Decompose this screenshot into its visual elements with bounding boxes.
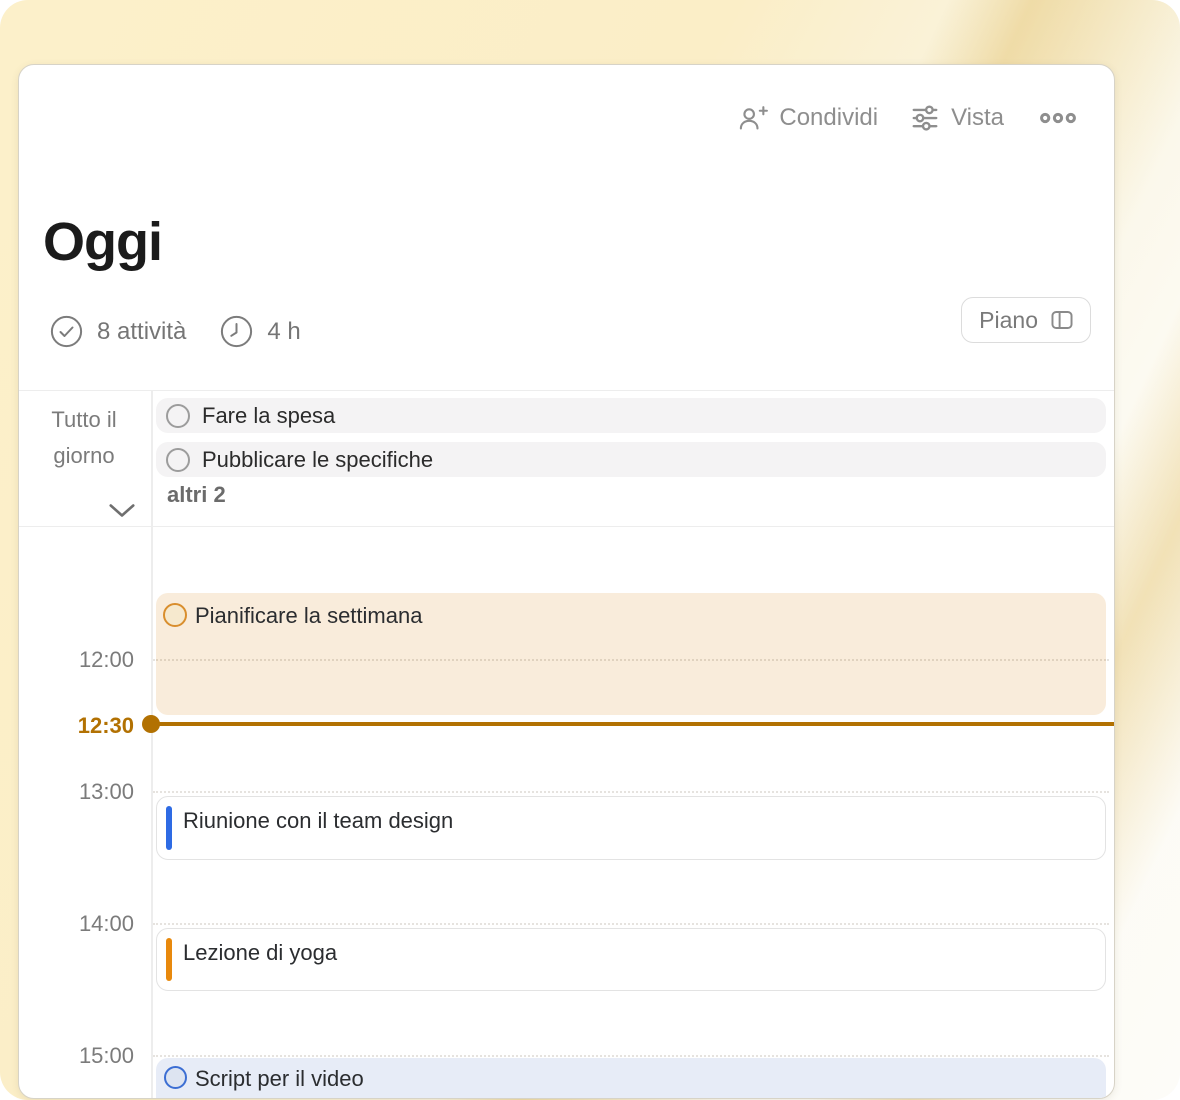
- event-color-bar: [166, 938, 172, 981]
- check-circle-icon: [50, 315, 83, 348]
- event-title: Lezione di yoga: [183, 940, 337, 966]
- all-day-task-row[interactable]: Fare la spesa: [156, 398, 1106, 433]
- duration: 4 h: [267, 318, 300, 346]
- all-day-divider: [19, 526, 1114, 527]
- time-gutter-divider: [151, 390, 153, 1098]
- circle-checkbox-icon[interactable]: [164, 1066, 187, 1089]
- task-block-script[interactable]: Script per il video: [156, 1058, 1106, 1098]
- all-day-task-title: Pubblicare le specifiche: [202, 447, 433, 473]
- event-title: Pianificare la settimana: [195, 603, 422, 629]
- plan-label: Piano: [979, 307, 1038, 334]
- event-title: Script per il video: [195, 1066, 364, 1092]
- event-card-riunione[interactable]: Riunione con il team design: [156, 796, 1106, 860]
- task-count-group: 8 attività: [50, 315, 186, 348]
- hour-gridline: [153, 659, 1109, 661]
- clock-icon: [220, 315, 253, 348]
- all-day-label-line2: giorno: [29, 438, 139, 474]
- circle-checkbox-icon[interactable]: [166, 404, 190, 428]
- task-count: 8 attività: [97, 318, 186, 346]
- all-day-label-line1: Tutto il: [29, 402, 139, 438]
- all-day-task-row[interactable]: Pubblicare le specifiche: [156, 442, 1106, 477]
- view-button[interactable]: Vista: [910, 103, 1004, 133]
- current-time-label: 12:30: [19, 713, 134, 739]
- all-day-label: Tutto il giorno: [29, 402, 139, 474]
- grid-top-divider: [19, 390, 1114, 391]
- current-time-dot: [142, 715, 160, 733]
- task-block-pianificare[interactable]: Pianificare la settimana: [156, 593, 1106, 715]
- hour-label: 14:00: [19, 911, 134, 937]
- page-title: Oggi: [43, 211, 162, 273]
- ellipsis-icon: [1036, 111, 1080, 125]
- hour-label: 15:00: [19, 1043, 134, 1069]
- plan-button[interactable]: Piano: [961, 297, 1091, 343]
- toolbar: Condividi Vista: [737, 103, 1080, 133]
- hour-gridline: [153, 923, 1109, 925]
- screenshot-stage: Condividi Vista Oggi: [0, 0, 1180, 1100]
- hour-gridline: [153, 1055, 1109, 1057]
- person-plus-icon: [737, 105, 768, 132]
- hour-gridline: [153, 791, 1109, 793]
- chevron-down-icon: [107, 503, 137, 518]
- all-day-collapse-button[interactable]: [105, 497, 139, 523]
- all-day-task-title: Fare la spesa: [202, 403, 335, 429]
- view-label: Vista: [951, 104, 1004, 132]
- share-label: Condividi: [779, 104, 878, 132]
- header-meta: 8 attività 4 h: [50, 315, 301, 348]
- split-panel-icon: [1049, 307, 1075, 333]
- share-button[interactable]: Condividi: [737, 104, 878, 132]
- circle-checkbox-icon[interactable]: [166, 448, 190, 472]
- hour-label: 13:00: [19, 779, 134, 805]
- event-color-bar: [166, 806, 172, 850]
- circle-checkbox-icon[interactable]: [163, 603, 187, 627]
- sliders-icon: [910, 103, 940, 133]
- event-title: Riunione con il team design: [183, 808, 453, 834]
- all-day-more-button[interactable]: altri 2: [167, 482, 226, 508]
- current-time-line: [151, 722, 1114, 726]
- event-card-yoga[interactable]: Lezione di yoga: [156, 928, 1106, 991]
- more-options-button[interactable]: [1036, 111, 1080, 125]
- today-view-card: Condividi Vista Oggi: [18, 64, 1115, 1099]
- hour-label: 12:00: [19, 647, 134, 673]
- duration-group: 4 h: [220, 315, 300, 348]
